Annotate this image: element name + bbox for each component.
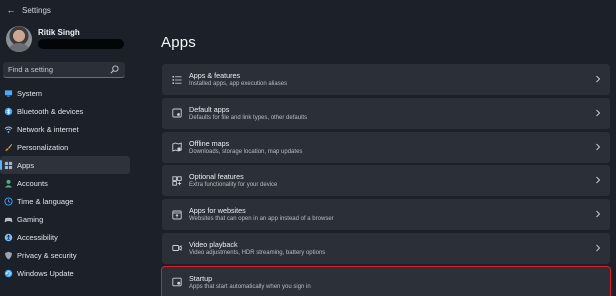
card-description: Websites that can open in an app instead… [189,216,334,223]
video-icon [172,245,182,252]
card-title: Startup [189,273,213,283]
card-startup[interactable]: Startup Apps that start automatically wh… [161,265,611,296]
search-icon [110,65,119,74]
card-title: Video playback [189,239,238,249]
user-name: Ritik Singh [38,28,80,37]
sidebar-item-personalization[interactable]: Personalization [0,138,130,156]
card-description: Video adjustments, HDR streaming, batter… [189,249,326,256]
sidebar-item-label: Windows Update [17,268,74,278]
sidebar-item-label: Personalization [17,142,69,152]
card-title: Optional features [189,172,244,182]
sidebar-item-label: Time & language [17,196,74,206]
chevron-right-icon [596,210,601,218]
card-apps-features[interactable]: Apps & features Installed apps, app exec… [162,64,610,95]
apps-grid-icon [4,161,13,169]
page-title: Apps [161,34,196,51]
card-description: Apps that start automatically when you s… [189,283,311,290]
sidebar-item-apps[interactable]: Apps [0,156,130,174]
list-icon [172,75,182,84]
controller-icon [4,217,13,222]
sidebar-item-label: Privacy & security [17,250,77,260]
card-description: Installed apps, app execution aliases [189,81,288,87]
settings-card-list: Apps & features Installed apps, app exec… [161,64,611,296]
card-title: Apps for websites [189,206,246,216]
card-title: Default apps [189,104,230,114]
startup-icon [172,278,182,287]
web-apps-icon [172,210,182,220]
chevron-right-icon [596,109,601,117]
chevron-right-icon [596,244,601,252]
card-description: Extra functionality for your device [189,182,278,189]
sidebar-item-network[interactable]: Network & internet [0,120,130,138]
update-icon [4,269,13,277]
monitor-icon [4,89,13,97]
map-icon [172,142,182,152]
sidebar-nav: System Bluetooth & devices Network & int… [0,84,130,282]
search-placeholder: Find a setting [8,65,54,74]
default-apps-icon [172,108,182,118]
avatar [6,26,32,52]
user-profile[interactable]: Ritik Singh [6,26,130,56]
sidebar-item-label: Accessibility [17,232,58,242]
card-video-playback[interactable]: Video playback Video adjustments, HDR st… [162,232,610,264]
sidebar-item-time-language[interactable]: Time & language [0,192,130,210]
sidebar-item-privacy-security[interactable]: Privacy & security [0,246,130,264]
search-input[interactable]: Find a setting [3,62,125,78]
redacted-email [38,39,124,49]
window-title: Settings [22,5,51,15]
sidebar-item-label: Bluetooth & devices [17,106,84,116]
card-title: Apps & features [189,71,241,80]
card-apps-for-websites[interactable]: Apps for websites Websites that can open… [162,199,610,231]
sidebar-item-label: Accounts [17,178,48,188]
title-bar: ← Settings [0,0,616,20]
sidebar-item-windows-update[interactable]: Windows Update [0,264,130,282]
chevron-right-icon [596,177,601,184]
optional-features-icon [172,176,182,186]
chevron-right-icon [596,75,601,83]
sidebar-item-label: Network & internet [17,124,79,134]
shield-icon [5,251,12,259]
sidebar-item-system[interactable]: System [0,84,130,102]
sidebar-item-label: Apps [17,160,35,170]
bluetooth-icon [4,107,13,115]
sidebar-item-gaming[interactable]: Gaming [0,210,130,228]
sidebar: Ritik Singh Find a setting System Blueto… [0,20,132,296]
sidebar-item-bluetooth[interactable]: Bluetooth & devices [0,102,130,120]
card-optional-features[interactable]: Optional features Extra functionality fo… [162,165,610,197]
back-arrow-icon[interactable]: ← [0,5,22,15]
sidebar-item-accounts[interactable]: Accounts [0,174,130,192]
card-description: Defaults for file and link types, other … [189,114,308,121]
globe-clock-icon [4,196,13,206]
accessibility-icon [4,233,13,241]
sidebar-item-label: System [17,88,43,98]
card-default-apps[interactable]: Default apps Defaults for file and link … [162,97,610,129]
wifi-icon [4,126,13,133]
sidebar-item-label: Gaming [17,214,44,224]
chevron-right-icon [596,143,601,150]
sidebar-item-accessibility[interactable]: Accessibility [0,228,130,246]
brush-icon [5,143,13,151]
card-offline-maps[interactable]: Offline maps Downloads, storage location… [162,131,610,163]
card-title: Offline maps [189,138,230,148]
card-description: Downloads, storage location, map updates [189,148,303,155]
person-icon [4,179,13,188]
